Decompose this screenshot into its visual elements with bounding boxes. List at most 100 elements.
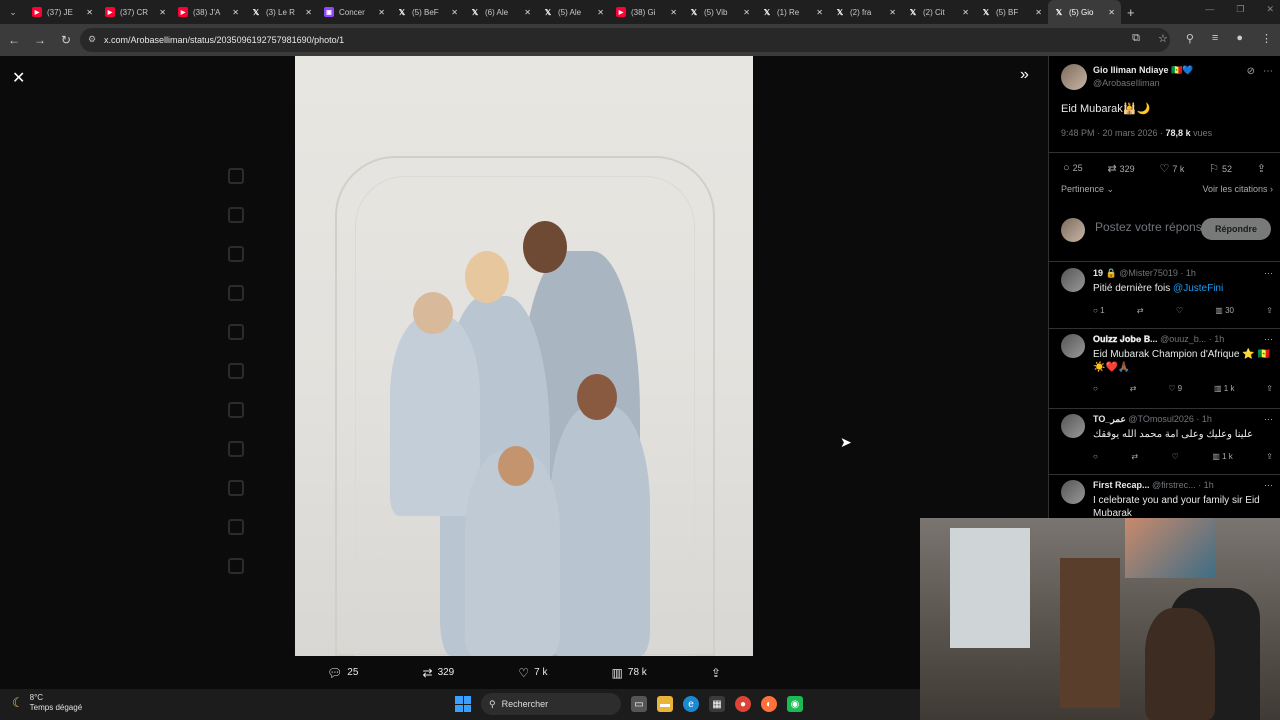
reply-button[interactable]: ○ 25 (1063, 162, 1083, 175)
tab-close-icon[interactable]: ✕ (597, 8, 604, 17)
menu-icon[interactable]: ⋮ (1261, 32, 1272, 45)
share-button[interactable]: ⇪ (1257, 162, 1269, 175)
tab-close-icon[interactable]: ✕ (670, 8, 677, 17)
reply-item[interactable]: 𝐎𝐮𝐢𝐳𝐳 𝐉𝐨𝐛𝐞 𝐁... @ouuz_b... · 1h ⋯ Eid Muba… (1061, 334, 1273, 400)
reply-input[interactable]: Postez votre réponse (1095, 220, 1208, 234)
reply-avatar[interactable] (1061, 414, 1085, 438)
retweet-button[interactable]: ⇄ (1137, 306, 1144, 315)
reply-avatar[interactable] (1061, 334, 1085, 358)
maximize-icon[interactable]: ❐ (1236, 4, 1244, 15)
like-button[interactable]: ♡ 7 k (1159, 162, 1184, 175)
browser-tab[interactable]: ▶ (38) J'A ✕ (172, 0, 245, 24)
sort-dropdown[interactable]: Pertinence ⌄ (1061, 184, 1114, 194)
taskbar-search[interactable]: ⚲ Rechercher (481, 693, 621, 715)
tab-close-icon[interactable]: ✕ (524, 8, 531, 17)
firefox-icon[interactable]: ◐ (761, 696, 777, 712)
more-icon[interactable]: ⋯ (1263, 66, 1273, 77)
file-explorer-icon[interactable]: ▬ (657, 696, 673, 712)
chrome-icon[interactable]: ● (735, 696, 751, 712)
url-input[interactable]: ⚙ x.com/Arobaselliman/status/20350961927… (80, 28, 1170, 52)
expand-panel-icon[interactable]: » (1020, 66, 1029, 84)
tab-search-icon[interactable]: ⌄ (0, 0, 26, 24)
minimize-icon[interactable]: — (1205, 4, 1214, 15)
browser-tab[interactable]: 𝕏 (1) Re ✕ (756, 0, 829, 24)
profile-icon[interactable]: ● (1236, 32, 1243, 45)
browser-tab[interactable]: 𝕏 (5) Ale ✕ (537, 0, 610, 24)
browser-tab[interactable]: ▣ Concer ✕ (318, 0, 391, 24)
tab-close-icon[interactable]: ✕ (743, 8, 750, 17)
browser-tab[interactable]: 𝕏 (5) Vib ✕ (683, 0, 756, 24)
reply-author[interactable]: TO_عمر @TOmosul2026 · 1h (1093, 414, 1253, 425)
bookmark-button[interactable]: ⚐ 52 (1209, 162, 1232, 175)
browser-tab[interactable]: 𝕏 (2) Cit ✕ (902, 0, 975, 24)
reply-avatar[interactable] (1061, 480, 1085, 504)
views-button[interactable]: ▥ 1 k (1212, 452, 1232, 461)
browser-tab[interactable]: ▶ (37) JE ✕ (26, 0, 99, 24)
back-icon[interactable]: ← (2, 33, 26, 47)
more-icon[interactable]: ⋯ (1264, 334, 1273, 345)
reply-item[interactable]: TO_عمر @TOmosul2026 · 1h ⋯ علينا وعليك وعل… (1061, 414, 1273, 480)
views-stat[interactable]: ▥ 78 k (612, 666, 647, 680)
reply-avatar[interactable] (1061, 268, 1085, 292)
share-stat[interactable]: ⇪ (711, 666, 721, 680)
tweet-time[interactable]: 9:48 PM · 20 mars 2026 · (1061, 128, 1166, 138)
grok-icon[interactable]: ⊘ (1247, 66, 1255, 77)
reply-item[interactable]: 19 🔒 @Mister75019 · 1h ⋯ Pitié dernière fo… (1061, 268, 1273, 334)
site-info-icon[interactable]: ⚙ (88, 34, 96, 45)
like-button[interactable]: ♡ (1172, 452, 1179, 461)
more-icon[interactable]: ⋯ (1264, 414, 1273, 425)
like-stat[interactable]: ♡ 7 k (518, 666, 547, 680)
reply-button[interactable]: ○ (1093, 452, 1098, 461)
browser-tab[interactable]: ▶ (38) Gi ✕ (610, 0, 683, 24)
tab-close-icon[interactable]: ✕ (1035, 8, 1042, 17)
reply-stat[interactable]: 💬︎ 25 (327, 666, 358, 680)
browser-tab[interactable]: 𝕏 (2) fra ✕ (829, 0, 902, 24)
views-button[interactable]: ▥ 30 (1215, 306, 1234, 315)
store-icon[interactable]: ▦ (709, 696, 725, 712)
tab-close-icon[interactable]: ✕ (889, 8, 896, 17)
close-viewer-icon[interactable]: ✕ (12, 68, 25, 88)
weather-widget[interactable]: ☾ 8°C Temps dégagé (12, 693, 82, 713)
forward-icon[interactable]: → (28, 33, 52, 47)
like-button[interactable]: ♡ 9 (1168, 384, 1182, 393)
task-view-icon[interactable]: ▭ (631, 696, 647, 712)
author-name[interactable]: Gio Iliman Ndiaye 🇸🇳💙 (1093, 65, 1193, 76)
media-icon[interactable]: ≡ (1212, 32, 1218, 45)
tab-close-icon[interactable]: ✕ (962, 8, 969, 17)
start-button[interactable] (455, 696, 471, 712)
tab-close-icon[interactable]: ✕ (86, 8, 93, 17)
retweet-button[interactable]: ⇄ 329 (1107, 162, 1134, 175)
more-icon[interactable]: ⋯ (1264, 268, 1273, 279)
browser-tab[interactable]: 𝕏 (6) Ale ✕ (464, 0, 537, 24)
tab-close-icon[interactable]: ✕ (378, 8, 385, 17)
reply-author[interactable]: 19 🔒 @Mister75019 · 1h (1093, 268, 1253, 279)
new-tab-button[interactable]: + (1127, 5, 1135, 20)
browser-tab[interactable]: ▶ (37) CR ✕ (99, 0, 172, 24)
extensions-icon[interactable]: ⚲ (1186, 32, 1194, 45)
tab-close-icon[interactable]: ✕ (305, 8, 312, 17)
tab-close-icon[interactable]: ✕ (232, 8, 239, 17)
bookmark-star-icon[interactable]: ☆ (1158, 32, 1168, 45)
browser-tab[interactable]: 𝕏 (5) Gio ✕ (1048, 0, 1121, 24)
browser-tab[interactable]: 𝕏 (5) BeF ✕ (391, 0, 464, 24)
tab-close-icon[interactable]: ✕ (1108, 8, 1115, 17)
share-button[interactable]: ⇪ (1266, 452, 1273, 461)
browser-tab[interactable]: 𝕏 (5) BF ✕ (975, 0, 1048, 24)
views-button[interactable]: ▥ 1 k (1214, 384, 1234, 393)
reply-submit-button[interactable]: Répondre (1201, 218, 1271, 240)
tab-close-icon[interactable]: ✕ (816, 8, 823, 17)
reload-icon[interactable]: ↻ (54, 33, 78, 47)
reply-button[interactable]: ○ (1093, 384, 1098, 393)
reply-button[interactable]: ○ 1 (1093, 306, 1105, 315)
browser-tab[interactable]: 𝕏 (3) Le R ✕ (245, 0, 318, 24)
reply-item[interactable]: First Recap... @firstrec... · 1h ⋯ I celeb… (1061, 480, 1273, 518)
share-button[interactable]: ⇪ (1266, 384, 1273, 393)
reply-author[interactable]: 𝐎𝐮𝐢𝐳𝐳 𝐉𝐨𝐛𝐞 𝐁... @ouuz_b... · 1h (1093, 334, 1253, 345)
retweet-button[interactable]: ⇄ (1131, 452, 1138, 461)
author-handle[interactable]: @ArobaseIliman (1093, 78, 1160, 88)
share-button[interactable]: ⇪ (1266, 306, 1273, 315)
more-icon[interactable]: ⋯ (1264, 480, 1273, 491)
app-icon[interactable]: ◉ (787, 696, 803, 712)
edge-icon[interactable]: e (683, 696, 699, 712)
tab-close-icon[interactable]: ✕ (451, 8, 458, 17)
